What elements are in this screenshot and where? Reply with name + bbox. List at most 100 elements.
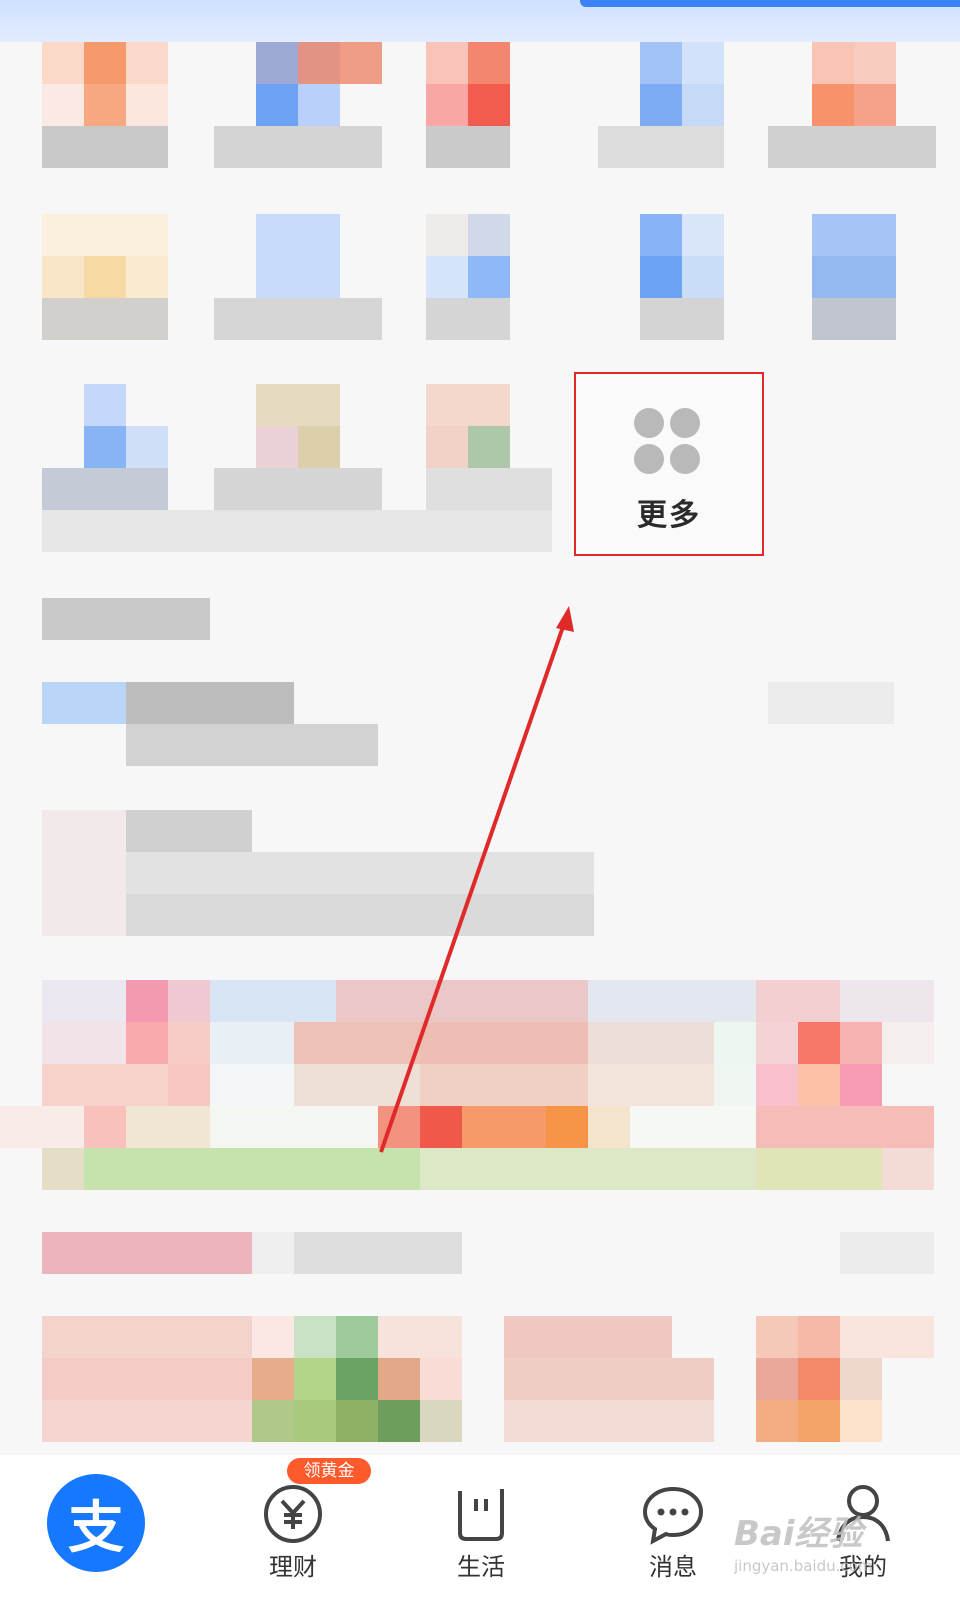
mosaic-block	[640, 298, 724, 340]
mosaic-block	[252, 1232, 294, 1274]
mosaic-block	[546, 1106, 588, 1148]
mosaic-block	[42, 1148, 84, 1190]
mosaic-block	[84, 84, 126, 126]
mosaic-block	[682, 42, 724, 84]
mosaic-block	[426, 214, 468, 256]
mosaic-block	[426, 384, 510, 426]
mosaic-block	[840, 1232, 934, 1274]
tab-finance-label: 理财	[269, 1553, 317, 1581]
mosaic-block	[126, 852, 594, 894]
mosaic-block	[756, 1106, 934, 1148]
mosaic-block	[812, 42, 854, 84]
mosaic-block	[210, 1064, 294, 1106]
mosaic-block	[252, 1358, 294, 1400]
life-card-icon	[458, 1489, 504, 1541]
mosaic-block	[840, 1064, 882, 1106]
mosaic-block	[426, 298, 510, 340]
mosaic-block	[168, 1022, 210, 1064]
mosaic-block	[42, 510, 552, 552]
mosaic-block	[426, 84, 468, 126]
watermark-url: jingyan.baidu.com	[734, 1557, 873, 1575]
more-button-label: 更多	[637, 498, 701, 533]
mosaic-block	[682, 214, 724, 256]
mosaic-block	[468, 214, 510, 256]
mosaic-block	[340, 42, 382, 84]
mosaic-block	[84, 1106, 126, 1148]
mosaic-block	[504, 1358, 714, 1400]
mosaic-block	[42, 298, 168, 340]
mosaic-block	[252, 1400, 294, 1442]
mosaic-block	[294, 1232, 462, 1274]
mosaic-block	[426, 126, 510, 168]
mosaic-block	[812, 84, 854, 126]
mosaic-block	[126, 1106, 210, 1148]
tab-life[interactable]: 生活	[406, 1455, 556, 1600]
mosaic-block	[420, 1358, 462, 1400]
mosaic-block	[168, 980, 210, 1022]
mosaic-block	[256, 426, 298, 468]
mosaic-block	[84, 42, 126, 84]
mosaic-block	[126, 426, 168, 468]
mosaic-block	[882, 1148, 934, 1190]
mosaic-block	[210, 980, 336, 1022]
mosaic-block	[126, 1022, 168, 1064]
mosaic-block	[588, 1106, 630, 1148]
mosaic-block	[504, 1316, 672, 1358]
mosaic-block	[798, 1400, 840, 1442]
mosaic-block	[768, 126, 936, 168]
mosaic-block	[42, 256, 84, 298]
mosaic-block	[812, 256, 896, 298]
mosaic-block	[126, 42, 168, 84]
mosaic-block	[840, 1022, 882, 1064]
mosaic-block	[840, 1358, 882, 1400]
mosaic-block	[84, 426, 126, 468]
mosaic-block	[468, 426, 510, 468]
mosaic-block	[420, 1400, 462, 1442]
mosaic-block	[42, 1022, 126, 1064]
mosaic-block	[336, 1316, 378, 1358]
baidu-watermark: Bai经验 jingyan.baidu.com	[734, 1506, 934, 1586]
four-dots-grid-icon	[634, 408, 704, 478]
tab-messages-label: 消息	[649, 1553, 697, 1581]
mosaic-block	[756, 1400, 798, 1442]
mosaic-block	[798, 1358, 840, 1400]
tab-messages[interactable]: 消息	[598, 1455, 748, 1600]
mosaic-block	[378, 1316, 462, 1358]
mosaic-block	[42, 1400, 252, 1442]
mosaic-block	[756, 1064, 798, 1106]
mosaic-block	[42, 810, 126, 936]
mosaic-block	[42, 126, 168, 168]
mosaic-block	[640, 42, 682, 84]
mosaic-block	[840, 980, 934, 1022]
tab-home-alipay-logo[interactable]: 支	[47, 1474, 145, 1572]
mosaic-block	[504, 1400, 714, 1442]
mosaic-block	[126, 724, 378, 766]
mosaic-block	[168, 1064, 210, 1106]
mosaic-block	[756, 1148, 882, 1190]
mosaic-block	[378, 1358, 420, 1400]
more-button[interactable]: 更多	[574, 372, 764, 556]
mosaic-block	[882, 1022, 934, 1064]
mosaic-block	[42, 468, 168, 510]
mosaic-block	[468, 256, 510, 298]
mosaic-block	[42, 682, 126, 724]
mosaic-block	[756, 1316, 798, 1358]
mosaic-block	[256, 384, 340, 426]
mosaic-block	[854, 42, 896, 84]
mosaic-block	[336, 1358, 378, 1400]
mosaic-block	[420, 1064, 588, 1106]
mosaic-block	[42, 980, 126, 1022]
mosaic-block	[420, 1106, 462, 1148]
mosaic-block	[840, 1400, 882, 1442]
mosaic-block	[588, 980, 756, 1022]
mosaic-block	[210, 1022, 294, 1064]
mosaic-block	[84, 256, 126, 298]
mosaic-block	[126, 810, 252, 852]
mosaic-block	[714, 1022, 756, 1064]
yuan-coin-icon	[264, 1485, 322, 1543]
watermark-logo-text: Bai经验	[734, 1514, 863, 1554]
mosaic-block	[214, 126, 382, 168]
mosaic-block	[756, 980, 840, 1022]
mosaic-block	[294, 1358, 336, 1400]
mosaic-block	[426, 256, 468, 298]
